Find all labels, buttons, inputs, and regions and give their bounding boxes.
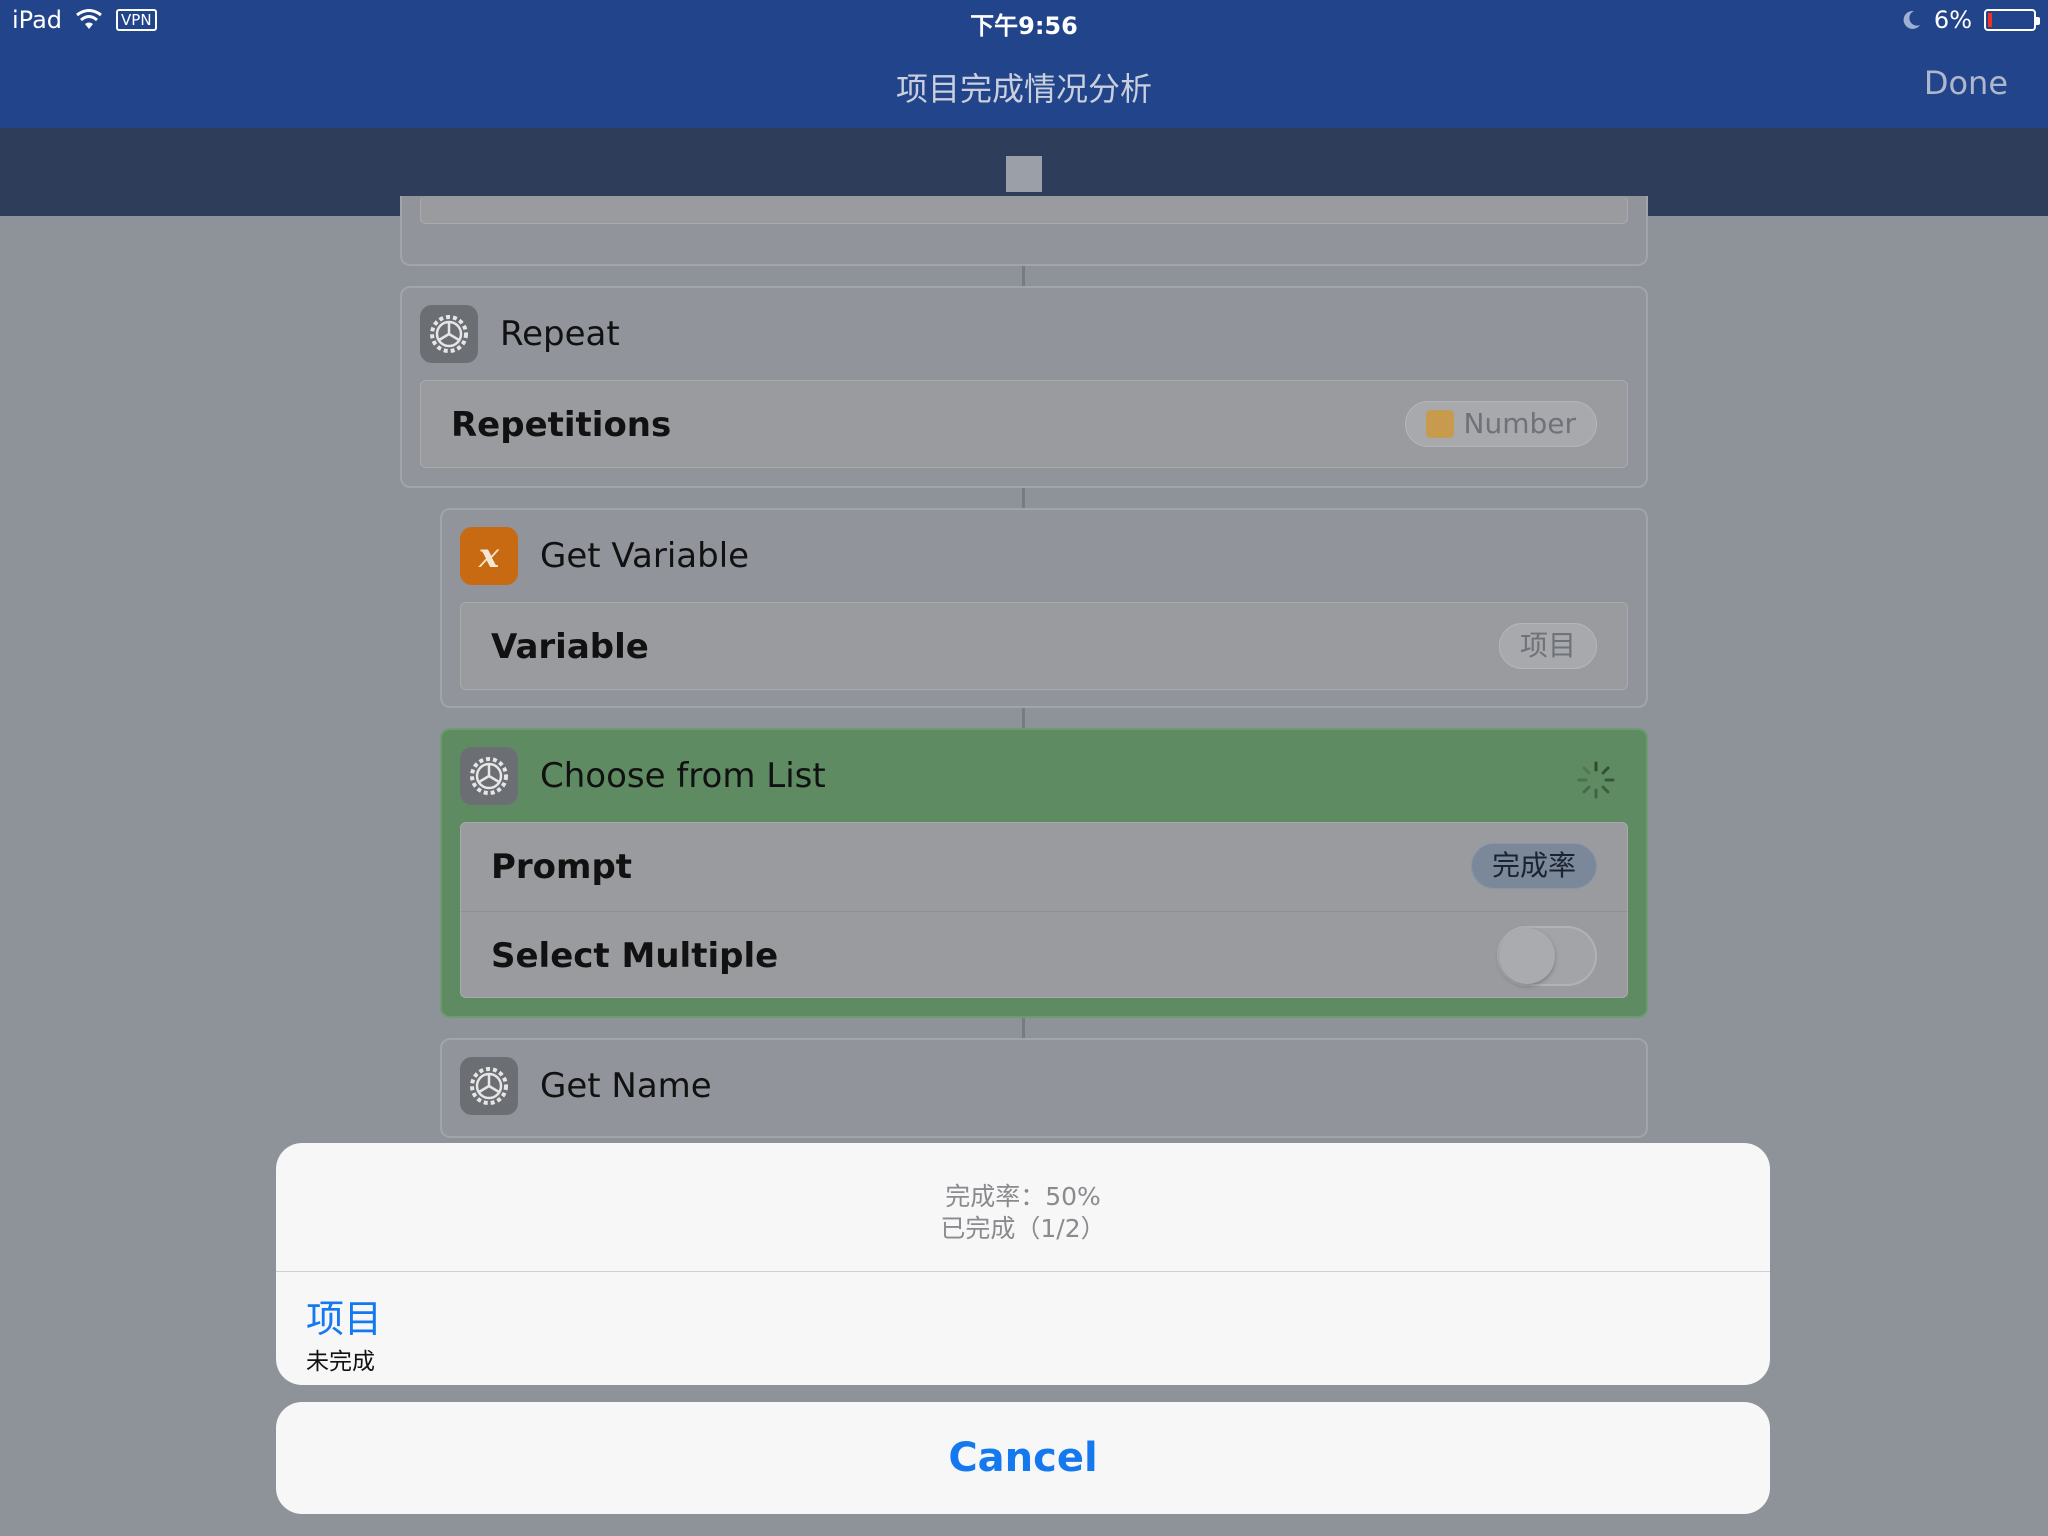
choose-from-list-sheet: 完成率：50% 已完成（1/2） 项目 未完成 [276,1143,1770,1385]
variable-row[interactable]: Variable 项目 [460,602,1628,690]
get-variable-title: Get Variable [540,536,750,576]
cancel-label: Cancel [948,1435,1098,1481]
status-bar: iPad VPN 下午9:56 6% [0,0,2048,40]
moon-icon [1903,10,1920,29]
variable-x-icon: x [460,527,518,585]
battery-percent: 6% [1933,6,1972,34]
status-time: 下午9:56 [970,12,1078,40]
done-button[interactable]: Done [1924,64,2008,102]
cancel-button[interactable]: Cancel [276,1402,1770,1514]
repeat-title: Repeat [500,314,620,354]
sheet-message-line1: 完成率：50% [945,1182,1101,1211]
gear-icon [460,1057,518,1115]
get-variable-action-card[interactable]: x Get Variable Variable 项目 [440,508,1648,708]
battery-icon [1984,9,2040,31]
list-item-title: 项目 [306,1297,383,1341]
select-multiple-toggle[interactable] [1497,926,1597,986]
activity-spinner-icon [1577,761,1615,799]
get-name-action-card[interactable]: Get Name [440,1038,1648,1138]
number-variable-pill[interactable]: Number [1404,401,1597,447]
sheet-message: 完成率：50% 已完成（1/2） [276,1181,1770,1245]
select-multiple-row: Select Multiple [461,911,1627,999]
gear-icon [460,747,518,805]
workflow-title[interactable]: 项目完成情况分析 [0,64,2048,110]
select-multiple-label: Select Multiple [491,936,779,976]
prompt-row[interactable]: Prompt 完成率 [461,823,1627,911]
get-name-title: Get Name [540,1066,712,1106]
number-variable-label: Number [1463,407,1576,440]
list-item[interactable]: 项目 未完成 [276,1272,1770,1385]
choose-params: Prompt 完成率 Select Multiple [460,822,1628,998]
repetitions-row[interactable]: Repetitions Number [420,380,1628,468]
repetitions-label: Repetitions [451,405,672,445]
choose-from-list-title: Choose from List [540,756,826,796]
number-icon [1425,410,1454,438]
previous-action-card [400,196,1648,266]
navigation-bar: iPad VPN 下午9:56 6% 项目完成情况分析 Done [0,0,2048,128]
prompt-value-pill[interactable]: 完成率 [1470,843,1597,889]
variable-value-pill[interactable]: 项目 [1498,623,1597,669]
list-item-subtitle: 未完成 [306,1349,375,1375]
variable-label: Variable [491,627,649,667]
repeat-action-card[interactable]: Repeat Repetitions Number [400,286,1648,488]
sheet-message-line2: 已完成（1/2） [940,1214,1106,1243]
choose-from-list-action-card[interactable]: Choose from List Prompt 完成率 Select Multi… [440,728,1648,1018]
prompt-label: Prompt [491,847,633,887]
gear-icon [420,305,478,363]
stop-icon[interactable] [1006,156,1042,192]
